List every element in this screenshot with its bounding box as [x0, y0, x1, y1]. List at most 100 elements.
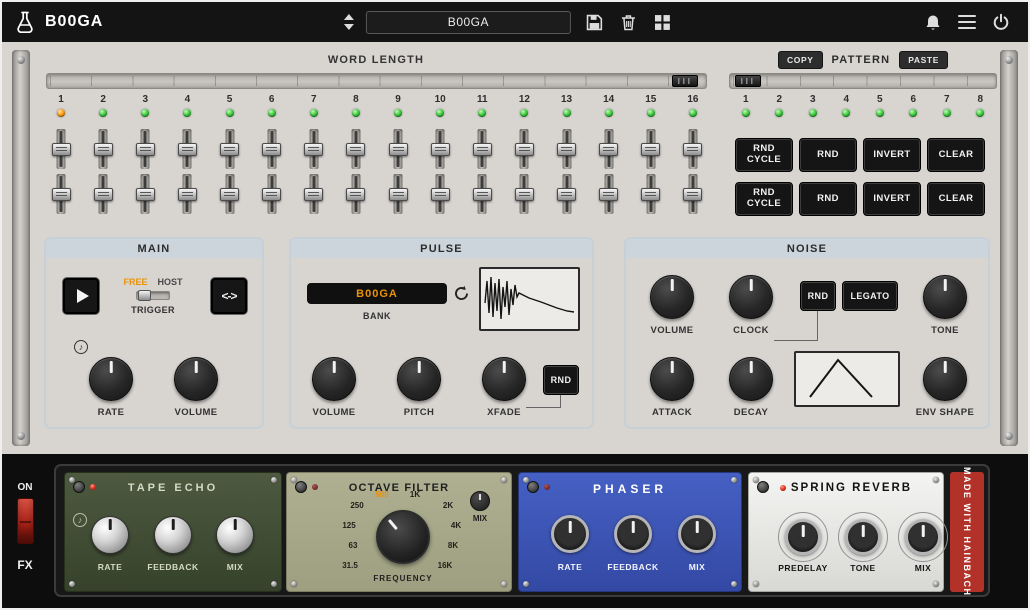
pattern-paste-button[interactable]: PASTE [899, 51, 948, 69]
pattern-rnd-cycle-button-row2[interactable]: RND CYCLE [735, 182, 793, 216]
pulse-rnd-button[interactable]: RND [543, 365, 579, 395]
step-slider-r1-15[interactable] [641, 129, 661, 169]
slider-handle[interactable] [683, 188, 702, 201]
step-slider-r1-3[interactable] [135, 129, 155, 169]
step-slider-r2-10[interactable] [430, 174, 450, 214]
rate-knob[interactable]: RATE [71, 357, 151, 418]
step-slider-r1-16[interactable] [683, 129, 703, 169]
reverb-tone-knob-dial[interactable] [845, 519, 881, 555]
note-icon[interactable]: ♪ [74, 340, 88, 354]
pattern-clear-button-row2[interactable]: CLEAR [927, 182, 985, 216]
preset-next-icon[interactable] [344, 24, 354, 30]
slider-handle[interactable] [431, 143, 450, 156]
phaser-mix-knob-dial[interactable] [678, 515, 716, 553]
slider-handle[interactable] [262, 188, 281, 201]
frequency-knob[interactable] [376, 510, 430, 564]
pattern-clear-button-row1[interactable]: CLEAR [927, 138, 985, 172]
slider-handle[interactable] [431, 188, 450, 201]
noise-volume-knob[interactable]: VOLUME [632, 275, 712, 336]
slider-handle[interactable] [136, 188, 155, 201]
slider-handle[interactable] [136, 143, 155, 156]
slider-handle[interactable] [304, 143, 323, 156]
slider-handle[interactable] [515, 188, 534, 201]
step-slider-r2-3[interactable] [135, 174, 155, 214]
slider-handle[interactable] [389, 188, 408, 201]
slider-handle[interactable] [683, 143, 702, 156]
filter-mix-knob[interactable] [470, 491, 490, 511]
fx-on-toggle[interactable] [17, 498, 34, 544]
pattern-copy-button[interactable]: COPY [778, 51, 823, 69]
trigger-host-label[interactable]: HOST [158, 277, 183, 287]
pattern-slider-handle[interactable] [735, 75, 761, 87]
slider-handle[interactable] [641, 143, 660, 156]
tone-knob[interactable]: TONE [905, 275, 985, 336]
noise-volume-knob-dial[interactable] [650, 275, 694, 319]
step-slider-r2-13[interactable] [557, 174, 577, 214]
trigger-toggle[interactable] [136, 291, 170, 300]
slider-handle[interactable] [220, 143, 239, 156]
attack-knob-dial[interactable] [650, 357, 694, 401]
slider-handle[interactable] [599, 143, 618, 156]
step-slider-r2-1[interactable] [51, 174, 71, 214]
sync-button[interactable]: <-> [210, 277, 248, 315]
slider-handle[interactable] [52, 143, 71, 156]
slider-handle[interactable] [94, 188, 113, 201]
bank-display[interactable]: B00GA [307, 283, 447, 304]
step-slider-r1-10[interactable] [430, 129, 450, 169]
predelay-knob-dial[interactable] [785, 519, 821, 555]
pattern-invert-button-row2[interactable]: INVERT [863, 182, 921, 216]
word-length-slider[interactable] [46, 73, 707, 89]
step-slider-r2-2[interactable] [93, 174, 113, 214]
pulse-volume-knob[interactable]: VOLUME [294, 357, 374, 418]
preset-prev-icon[interactable] [344, 14, 354, 20]
legato-button[interactable]: LEGATO [842, 281, 898, 311]
slider-handle[interactable] [515, 143, 534, 156]
step-slider-r2-16[interactable] [683, 174, 703, 214]
env-shape-knob-dial[interactable] [923, 357, 967, 401]
slider-handle[interactable] [599, 188, 618, 201]
slider-handle[interactable] [557, 143, 576, 156]
slider-handle[interactable] [473, 143, 492, 156]
trigger-free-label[interactable]: FREE [123, 277, 147, 287]
step-slider-r1-9[interactable] [388, 129, 408, 169]
decay-knob[interactable]: DECAY [711, 357, 791, 418]
phaser-mix-knob[interactable] [657, 515, 737, 553]
slider-handle[interactable] [473, 188, 492, 201]
step-slider-r2-12[interactable] [514, 174, 534, 214]
save-preset-button[interactable] [583, 11, 605, 33]
tape-rate-knob-dial[interactable] [91, 516, 129, 554]
preset-display[interactable]: B00GA [366, 11, 571, 34]
clock-knob-dial[interactable] [729, 275, 773, 319]
tape-feedback-knob-dial[interactable] [154, 516, 192, 554]
slider-handle[interactable] [346, 188, 365, 201]
decay-knob-dial[interactable] [729, 357, 773, 401]
slider-handle[interactable] [52, 188, 71, 201]
reverb-mix-knob-dial[interactable] [905, 519, 941, 555]
step-slider-r2-4[interactable] [177, 174, 197, 214]
step-slider-r1-6[interactable] [262, 129, 282, 169]
tone-knob-dial[interactable] [923, 275, 967, 319]
tape-mix-knob-dial[interactable] [216, 516, 254, 554]
phaser-rate-knob-dial[interactable] [551, 515, 589, 553]
step-slider-r2-9[interactable] [388, 174, 408, 214]
step-slider-r2-5[interactable] [220, 174, 240, 214]
notification-bell-icon[interactable] [922, 11, 944, 33]
slider-handle[interactable] [94, 143, 113, 156]
step-slider-r1-5[interactable] [220, 129, 240, 169]
delete-preset-button[interactable] [617, 11, 639, 33]
attack-knob[interactable]: ATTACK [632, 357, 712, 418]
slider-handle[interactable] [641, 188, 660, 201]
tape-mix-knob[interactable] [195, 516, 275, 554]
step-slider-r1-1[interactable] [51, 129, 71, 169]
xfade-knob[interactable]: XFADE [464, 357, 544, 418]
power-button[interactable] [990, 11, 1012, 33]
step-slider-r2-8[interactable] [346, 174, 366, 214]
pitch-knob[interactable]: PITCH [379, 357, 459, 418]
pulse-volume-knob-dial[interactable] [312, 357, 356, 401]
slider-handle[interactable] [389, 143, 408, 156]
slider-handle[interactable] [178, 143, 197, 156]
play-button[interactable] [62, 277, 100, 315]
pattern-length-slider[interactable] [729, 73, 997, 89]
slider-handle[interactable] [178, 188, 197, 201]
pattern-rnd-button-row1[interactable]: RND [799, 138, 857, 172]
